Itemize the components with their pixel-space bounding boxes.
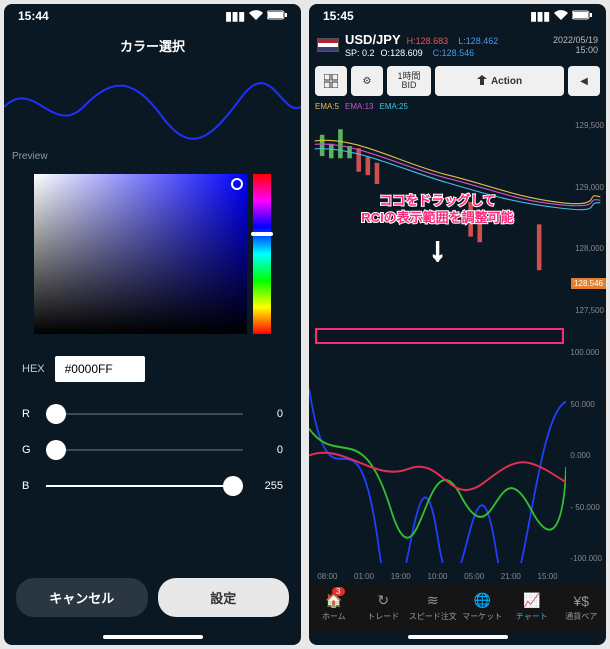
timeframe-button[interactable]: 1時間 BID bbox=[387, 66, 431, 96]
signal-icon: ▮▮▮ bbox=[225, 9, 245, 23]
signal-icon: ▮▮▮ bbox=[530, 9, 550, 23]
r-slider[interactable] bbox=[46, 404, 243, 424]
hue-slider[interactable] bbox=[253, 174, 271, 334]
speed-icon: ≋ bbox=[427, 592, 439, 609]
pair-header[interactable]: USD/JPY H:128.683 L:128.462 SP: 0.2 O:12… bbox=[309, 28, 606, 62]
pair-name: USD/JPY bbox=[345, 32, 401, 47]
saturation-value-picker[interactable] bbox=[34, 174, 247, 334]
clock: 15:44 bbox=[18, 9, 49, 23]
action-button[interactable]: Action bbox=[435, 66, 564, 96]
set-button[interactable]: 設定 bbox=[158, 578, 290, 617]
b-label: B bbox=[22, 480, 34, 492]
pane-divider[interactable] bbox=[315, 328, 564, 344]
back-button[interactable]: ◀ bbox=[568, 66, 600, 96]
tab-pair[interactable]: ¥$ 通貨ペア bbox=[557, 583, 607, 631]
g-slider[interactable] bbox=[46, 440, 243, 460]
home-indicator[interactable] bbox=[408, 635, 508, 639]
status-bar: 15:44 ▮▮▮ bbox=[4, 4, 301, 28]
settings-button[interactable]: ⚙ bbox=[351, 66, 383, 96]
cancel-button[interactable]: キャンセル bbox=[16, 578, 148, 617]
chart-area[interactable]: 129,500 129,000 128,000 127,500 128.546 … bbox=[309, 113, 606, 583]
r-value: 0 bbox=[255, 408, 283, 420]
tab-speed[interactable]: ≋ スピード注文 bbox=[408, 583, 458, 631]
tab-chart[interactable]: 📈 チャート bbox=[507, 583, 557, 631]
status-icons: ▮▮▮ bbox=[225, 9, 287, 23]
tab-market[interactable]: 🌐 マーケット bbox=[458, 583, 508, 631]
triangle-left-icon: ◀ bbox=[580, 76, 588, 87]
hue-thumb[interactable] bbox=[251, 232, 273, 236]
x-axis: 08:0001:00 19:0010:00 05:0021:00 15:00 bbox=[309, 572, 566, 581]
date: 2022/05/19 bbox=[553, 35, 598, 45]
preview-area bbox=[4, 67, 301, 147]
status-icons: ▮▮▮ bbox=[530, 9, 592, 23]
gear-icon: ⚙ bbox=[363, 76, 372, 87]
layout-button[interactable] bbox=[315, 66, 347, 96]
b-slider[interactable] bbox=[46, 476, 243, 496]
globe-icon: 🌐 bbox=[474, 592, 491, 609]
tab-trade[interactable]: ↻ トレード bbox=[359, 583, 409, 631]
currency-icon: ¥$ bbox=[573, 593, 589, 609]
flag-icon bbox=[317, 38, 339, 52]
home-indicator[interactable] bbox=[103, 635, 203, 639]
tab-bar: 🏠 ホーム 3 ↻ トレード ≋ スピード注文 🌐 マーケット 📈 チャート ¥… bbox=[309, 583, 606, 631]
action-icon bbox=[477, 75, 487, 88]
wifi-icon bbox=[249, 9, 263, 23]
r-label: R bbox=[22, 408, 34, 420]
last-price-badge: 128.546 bbox=[571, 278, 606, 289]
clock: 15:45 bbox=[323, 9, 354, 23]
g-value: 0 bbox=[255, 444, 283, 456]
ema-legend: EMA:5 EMA:13 EMA:25 bbox=[309, 100, 606, 113]
b-value: 255 bbox=[255, 480, 283, 492]
chart-icon: 📈 bbox=[523, 592, 540, 609]
battery-icon bbox=[572, 9, 592, 23]
rci-y-axis: 100.000 50.000 0.000 - 50.000 -100.000 bbox=[570, 348, 602, 563]
time: 15:00 bbox=[553, 45, 598, 55]
badge: 3 bbox=[332, 587, 344, 596]
chart-screen: 15:45 ▮▮▮ USD/JPY H:128.683 L:128.462 SP… bbox=[309, 4, 606, 645]
tab-home[interactable]: 🏠 ホーム 3 bbox=[309, 583, 359, 631]
y-axis: 129,500 129,000 128,000 127,500 bbox=[575, 113, 604, 323]
screen-title: カラー選択 bbox=[4, 28, 301, 67]
hex-label: HEX bbox=[22, 363, 45, 375]
rci-pane[interactable]: 100.000 50.000 0.000 - 50.000 -100.000 bbox=[309, 348, 566, 563]
refresh-icon: ↻ bbox=[377, 592, 389, 609]
sv-cursor[interactable] bbox=[231, 178, 243, 190]
preview-label: Preview bbox=[4, 147, 301, 166]
battery-icon bbox=[267, 9, 287, 23]
color-picker-screen: 15:44 ▮▮▮ カラー選択 Preview HEX R bbox=[4, 4, 301, 645]
wifi-icon bbox=[554, 9, 568, 23]
status-bar: 15:45 ▮▮▮ bbox=[309, 4, 606, 28]
g-label: G bbox=[22, 444, 34, 456]
hex-input[interactable] bbox=[55, 356, 145, 382]
